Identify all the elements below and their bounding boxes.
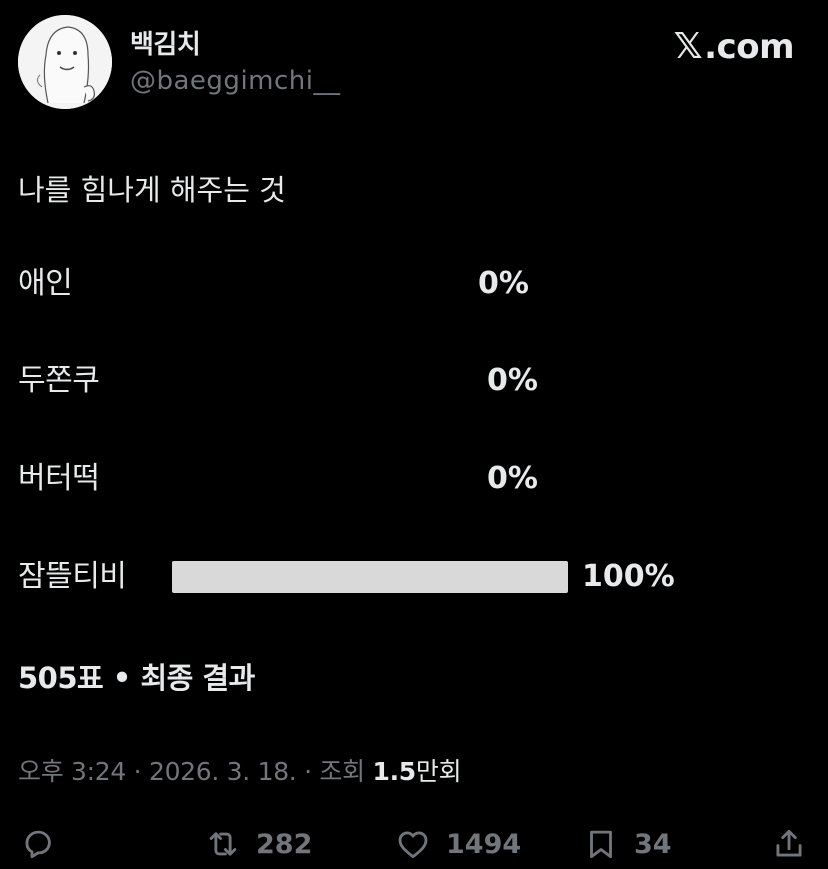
poll-option: 버터떡 0% [18,459,718,499]
retweet-button[interactable]: 282 [204,820,312,868]
poll-question: 나를 힘나게 해주는 것 [18,173,286,207]
reply-button[interactable] [19,820,57,868]
tweet-time[interactable]: 오후 3:24 [18,757,126,786]
poll-option-percent: 0% [487,363,538,398]
author-handle[interactable]: @baeggimchi__ [130,66,341,96]
action-bar: 282 1494 34 [0,820,828,868]
poll-option-percent: 0% [478,266,529,301]
tweet-date[interactable]: 2026. 3. 18. [149,757,297,786]
share-button[interactable] [770,820,808,868]
like-button[interactable]: 1494 [394,820,521,868]
x-logo[interactable]: 𝕏 .com [673,26,795,67]
poll-option-label: 두쫀쿠 [18,363,100,398]
share-icon [776,829,802,857]
poll-option-bar [172,561,568,593]
retweet-icon [209,832,237,856]
poll-summary: 505표 • 최종 결과 [18,661,255,695]
author-display-name[interactable]: 백김치 [130,24,201,61]
meta-separator: · [133,757,142,786]
reply-icon [25,830,51,859]
poll-option: 두쫀쿠 0% [18,361,718,401]
x-logo-text: .com [704,26,794,67]
views-unit: 만회 [415,757,462,786]
poll-option-percent: 0% [487,461,538,496]
avatar-drawing [18,15,112,109]
tweet-meta: 오후 3:24 · 2026. 3. 18. · 조회 1.5만회 [18,752,462,788]
avatar[interactable] [18,15,112,109]
views-count: 1.5 [372,757,416,786]
poll-option-percent: 100% [582,559,675,594]
like-count: 1494 [446,828,522,860]
bookmark-icon [590,830,612,859]
poll-option-winner: 잠뜰티비 100% [18,557,718,597]
heart-icon [398,831,428,859]
poll-option-label: 버터떡 [18,461,100,496]
poll-option-label: 애인 [18,266,73,301]
poll-option-label: 잠뜰티비 [18,559,127,594]
views-label: 조회 [319,757,365,786]
poll-option: 애인 0% [18,264,718,304]
retweet-count: 282 [256,828,313,860]
x-logo-icon: 𝕏 [673,26,703,67]
meta-separator: · [304,757,312,786]
bookmark-count: 34 [634,828,672,860]
bookmark-button[interactable]: 34 [582,820,672,868]
